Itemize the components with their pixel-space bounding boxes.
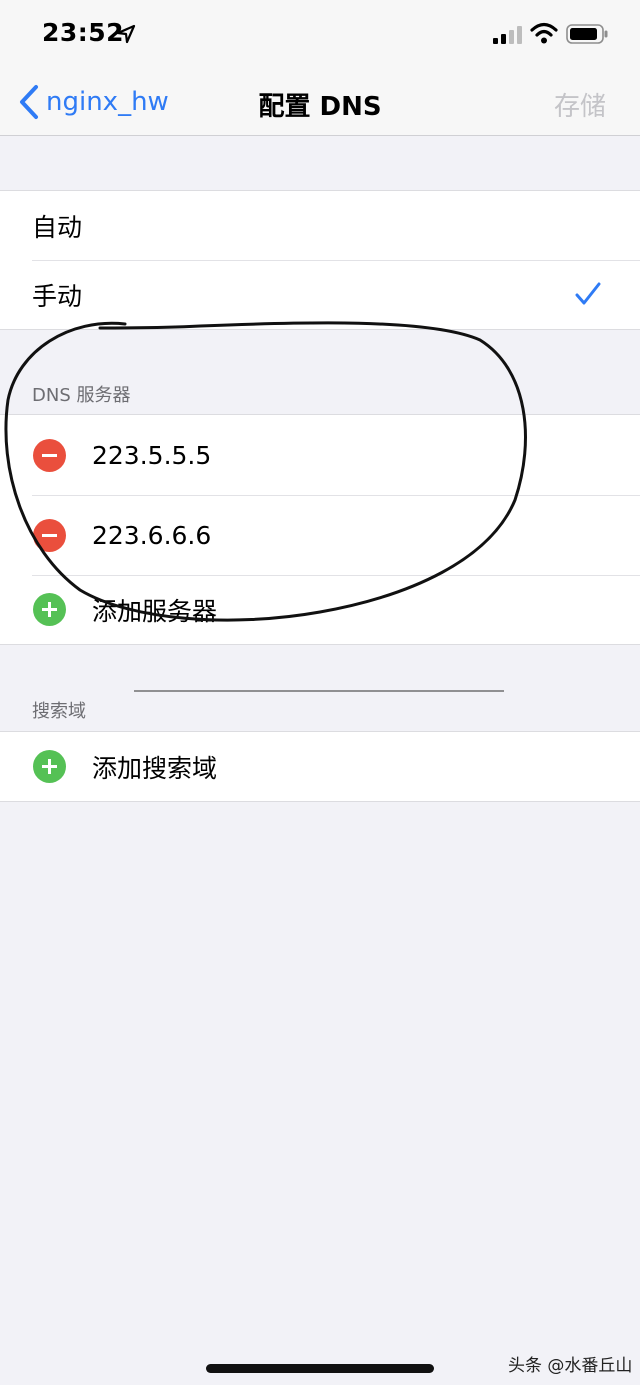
navigation-bar: nginx_hw 配置 DNS 存储 (0, 68, 640, 136)
add-server-button[interactable] (33, 593, 66, 626)
add-server-label: 添加服务器 (92, 596, 218, 626)
plus-icon (42, 602, 57, 617)
save-button[interactable]: 存储 (554, 86, 606, 123)
mode-option-auto[interactable]: 自动 (0, 191, 640, 260)
status-time: 23:52 (42, 18, 125, 47)
home-indicator (206, 1364, 434, 1373)
delete-server-button[interactable] (33, 518, 66, 552)
add-search-domain-button[interactable] (33, 750, 66, 783)
signal-icon (493, 26, 522, 44)
add-search-domain-label: 添加搜索域 (92, 753, 218, 783)
mode-option-label: 手动 (32, 281, 83, 311)
minus-icon (42, 453, 57, 457)
search-domain-section-header: 搜索域 (32, 701, 86, 722)
page-title: 配置 DNS (258, 92, 382, 122)
dns-section-header: DNS 服务器 (32, 385, 131, 406)
wifi-icon (530, 22, 558, 44)
dns-server-address[interactable]: 223.5.5.5 (92, 441, 211, 470)
add-search-domain-row[interactable]: 添加搜索域 (0, 732, 640, 801)
mode-option-manual[interactable]: 手动 (0, 260, 640, 329)
add-server-row[interactable]: 添加服务器 (0, 575, 640, 644)
minus-icon (42, 533, 57, 537)
dns-server-row[interactable]: 223.6.6.6 (0, 495, 640, 575)
mode-group: 自动 手动 (0, 190, 640, 330)
delete-server-button[interactable] (33, 438, 66, 472)
dns-servers-group: 223.5.5.5 223.6.6.6 添加服务器 (0, 414, 640, 645)
plus-icon (42, 759, 57, 774)
checkmark-icon (575, 282, 601, 305)
mode-option-label: 自动 (32, 212, 83, 242)
status-bar: 23:52 (0, 0, 640, 68)
dns-server-address[interactable]: 223.6.6.6 (92, 521, 211, 550)
watermark: 头条 @水番丘山 (508, 1356, 633, 1376)
battery-icon (566, 24, 608, 44)
location-arrow-icon (116, 24, 136, 44)
dns-server-row[interactable]: 223.5.5.5 (0, 415, 640, 495)
search-domains-group: 添加搜索域 (0, 731, 640, 802)
